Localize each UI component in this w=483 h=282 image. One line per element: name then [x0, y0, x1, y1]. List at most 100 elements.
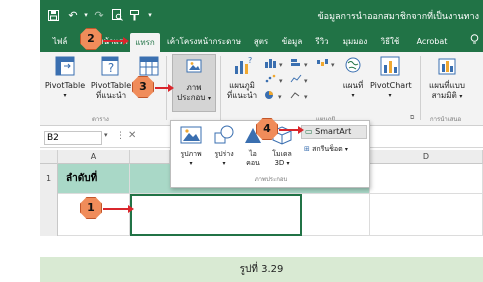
- column-header-d[interactable]: D: [370, 150, 483, 164]
- 3d-models-label-1: โมเดล: [272, 150, 292, 158]
- recommended-pivottables-icon: ?: [88, 56, 134, 79]
- pivottable-dropdown-icon: ▾: [63, 92, 67, 99]
- table-icon: [136, 56, 162, 79]
- recommended-pivot-label-1: PivotTable: [90, 81, 132, 90]
- combo-chart-icon[interactable]: ▾: [290, 90, 312, 102]
- save-icon[interactable]: [46, 7, 60, 23]
- undo-icon[interactable]: ↶: [66, 7, 80, 23]
- screenshot-label: สกรีนช็อต: [312, 145, 343, 153]
- lightbulb-icon[interactable]: [468, 34, 480, 50]
- svg-text:▾: ▾: [304, 77, 308, 84]
- svg-text:▾: ▾: [279, 61, 283, 68]
- 3d-map-icon: [424, 56, 470, 79]
- row-header-2[interactable]: [40, 194, 58, 236]
- page: ↶ ▾ ↷ ▾ ข้อมูลการนำออกสมาชิกจากที่เป็นงา…: [0, 0, 483, 282]
- tab-formulas[interactable]: สูตร: [250, 34, 272, 50]
- 3d-models-label-2-row: 3D ▾: [267, 159, 297, 168]
- step-4-arrow: [279, 129, 299, 131]
- step-2-callout: 2: [80, 28, 102, 50]
- tab-view[interactable]: มุมมอง: [340, 34, 370, 50]
- tab-review[interactable]: รีวิว: [312, 34, 332, 50]
- step-1-callout: 1: [80, 197, 102, 219]
- column-header-a[interactable]: A: [58, 150, 130, 164]
- tab-insert[interactable]: แทรก: [130, 33, 160, 52]
- tab-help[interactable]: วิธีใช้: [376, 34, 404, 50]
- recommended-charts-button[interactable]: ? แผนภูมิ ที่แนะนำ: [224, 56, 260, 101]
- title-bar: ↶ ▾ ↷ ▾ ข้อมูลการนำออกสมาชิกจากที่เป็นงา…: [40, 0, 483, 30]
- tab-acrobat[interactable]: Acrobat: [410, 34, 454, 50]
- cell-d1[interactable]: [370, 164, 483, 194]
- shapes-dropdown-icon: ▾: [222, 160, 226, 167]
- recommended-pivottables-button[interactable]: ? PivotTable ที่แนะนำ: [88, 56, 134, 101]
- document-title: ข้อมูลการนำออกสมาชิกจากที่เป็นงานทาง: [317, 12, 479, 22]
- smartart-button[interactable]: ▭ SmartArt: [301, 125, 367, 139]
- redo-icon[interactable]: ↷: [92, 7, 106, 23]
- svg-text:?: ?: [108, 61, 114, 75]
- pivotchart-icon: [370, 56, 410, 79]
- screenshot-button[interactable]: ⊞ สกรีนช็อต ▾: [301, 145, 367, 154]
- column-chart-icon[interactable]: ▾: [264, 58, 286, 70]
- illustrations-label-2-row: ประกอบ ▾: [173, 93, 215, 104]
- pictures-button[interactable]: รูปภาพ ▾: [175, 125, 207, 168]
- tab-page-layout[interactable]: เค้าโครงหน้ากระดาษ: [164, 34, 244, 50]
- waterfall-chart-icon[interactable]: ▾: [316, 58, 338, 70]
- name-box[interactable]: B2: [44, 131, 102, 145]
- 3d-map-label-2-row: สามมิติ ▾: [424, 91, 470, 102]
- step-2-arrow: [103, 40, 123, 42]
- illustrations-dropdown-icon: ▾: [207, 95, 211, 102]
- icons-label-1: ไอ: [249, 150, 257, 158]
- pie-chart-icon[interactable]: ▾: [264, 90, 286, 102]
- cell-c2[interactable]: [302, 194, 370, 236]
- step-3-arrow-head: [168, 84, 174, 92]
- svg-text:▾: ▾: [304, 93, 308, 100]
- select-all-corner[interactable]: [40, 150, 58, 164]
- svg-text:▾: ▾: [331, 61, 335, 68]
- line-chart-icon[interactable]: ▾: [290, 74, 312, 86]
- step-1-arrow: [103, 208, 129, 210]
- step-1-arrow-head: [128, 205, 134, 213]
- tab-data[interactable]: ข้อมูล: [278, 34, 306, 50]
- pivotchart-button[interactable]: PivotChart ▾: [370, 56, 412, 101]
- hierarchy-chart-icon[interactable]: ▾: [290, 58, 312, 70]
- format-painter-icon[interactable]: [128, 7, 142, 23]
- column-header-b[interactable]: [130, 150, 170, 164]
- customize-qat-icon[interactable]: ▾: [146, 7, 154, 23]
- pictures-icon: [180, 125, 202, 148]
- svg-text:?: ?: [248, 56, 252, 65]
- charts-dialog-launcher-icon[interactable]: ⧉: [410, 114, 414, 122]
- excel-window: ↶ ▾ ↷ ▾ ข้อมูลการนำออกสมาชิกจากที่เป็นงา…: [40, 0, 483, 236]
- illustrations-label-2: ประกอบ: [177, 93, 206, 102]
- step-4-arrow-head: [298, 126, 304, 134]
- row-header-1[interactable]: 1: [40, 164, 58, 194]
- 3d-map-button[interactable]: แผนที่แบบ สามมิติ ▾: [424, 56, 470, 102]
- pivottable-icon: [44, 56, 86, 79]
- cell-d2[interactable]: [370, 194, 483, 236]
- cell-b2-selected[interactable]: [130, 194, 302, 236]
- recommended-charts-label-1: แผนภูมิ: [229, 81, 255, 90]
- pivottable-button[interactable]: PivotTable ▾: [44, 56, 86, 101]
- step-2-arrow-head: [123, 37, 129, 45]
- recommended-pivot-label-2: ที่แนะนำ: [95, 91, 127, 100]
- tab-file[interactable]: ไฟล์: [48, 34, 72, 50]
- screenshot-icon: ⊞: [304, 145, 310, 153]
- recommended-charts-label-2: ที่แนะนำ: [226, 91, 258, 100]
- name-box-dropdown-icon[interactable]: ▾: [104, 131, 108, 139]
- icons-label-2: คอน: [246, 159, 260, 167]
- svg-text:▾: ▾: [304, 61, 308, 68]
- pivottable-label: PivotTable: [44, 81, 86, 90]
- screenshot-dropdown-icon: ▾: [344, 146, 348, 153]
- scatter-chart-icon[interactable]: ▾: [264, 74, 286, 86]
- ribbon-separator: [420, 56, 421, 120]
- undo-dropdown-icon[interactable]: ▾: [82, 7, 90, 23]
- illustrations-button[interactable]: ภาพ ประกอบ ▾: [172, 54, 216, 112]
- illustrations-icon: [173, 58, 215, 81]
- cell-a1[interactable]: ลำดับที่: [58, 164, 130, 194]
- 3d-map-dropdown-icon: ▾: [459, 93, 463, 100]
- shapes-button[interactable]: รูปร่าง ▾: [209, 125, 239, 168]
- more-options-icon[interactable]: ⋮: [116, 131, 125, 141]
- step-3-arrow: [155, 87, 169, 89]
- cancel-entry-icon[interactable]: ✕: [128, 130, 136, 141]
- print-preview-icon[interactable]: [110, 7, 124, 23]
- pivotchart-dropdown-icon: ▾: [388, 92, 392, 99]
- maps-button[interactable]: แผนที่ ▾: [340, 56, 366, 101]
